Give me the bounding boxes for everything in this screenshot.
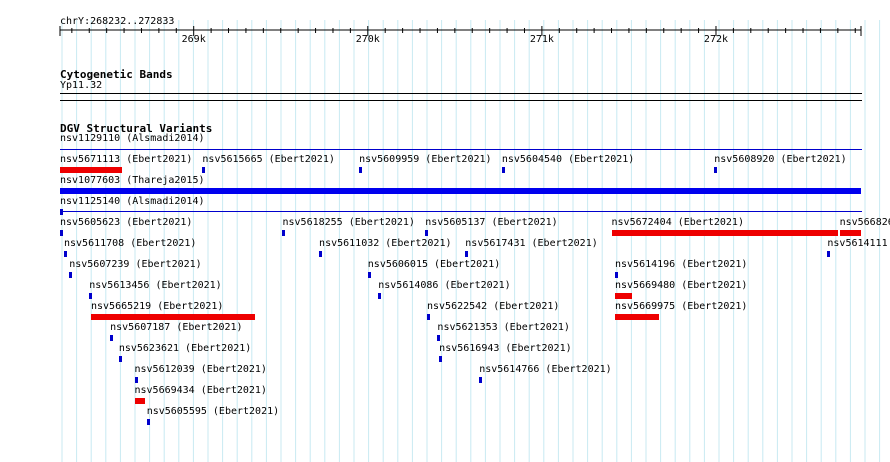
variant-label[interactable]: nsv1077603 (Thareja2015) (60, 175, 205, 187)
variant-label[interactable]: nsv5615665 (Ebert2021) (202, 154, 334, 166)
variant-marker[interactable] (359, 167, 363, 173)
variant-marker[interactable] (146, 419, 150, 425)
variant-marker[interactable] (319, 251, 323, 257)
variant-label[interactable]: nsv5614086 (Ebert2021) (378, 280, 510, 292)
variant-label[interactable]: nsv5669434 (Ebert2021) (135, 385, 267, 397)
variant-label[interactable]: nsv5605623 (Ebert2021) (60, 217, 192, 229)
variant-label[interactable]: nsv5604540 (Ebert2021) (502, 154, 634, 166)
variant-label[interactable]: nsv1129110 (Alsmadi2014) (60, 133, 205, 145)
ruler-tick-label: 271k (529, 34, 554, 45)
variant-marker[interactable] (425, 230, 429, 236)
variant-label[interactable]: nsv5611708 (Ebert2021) (64, 238, 196, 250)
variant-marker[interactable] (501, 167, 505, 173)
variant-label[interactable]: nsv5621353 (Ebert2021) (437, 322, 569, 334)
variant-marker[interactable] (202, 167, 206, 173)
genome-browser-image: chrY:268232..272833 Cytogenetic Bands Yp… (0, 0, 890, 462)
variant-marker[interactable] (439, 356, 443, 362)
variant-label[interactable]: nsv5665219 (Ebert2021) (91, 301, 223, 313)
variant-marker[interactable] (60, 230, 63, 236)
cytoband-divider-bottom (60, 100, 862, 101)
variant-label[interactable]: nsv5606015 (Ebert2021) (368, 259, 500, 271)
variant-marker[interactable] (378, 293, 382, 299)
variant-marker[interactable] (827, 251, 831, 257)
variant-marker[interactable] (437, 335, 441, 341)
variant-label[interactable]: nsv5614111 (Ebert2021) (827, 238, 890, 250)
ruler-tick-label: 272k (703, 34, 729, 45)
variant-label[interactable]: nsv5613456 (Ebert2021) (89, 280, 221, 292)
variant-label[interactable]: nsv5618255 (Ebert2021) (282, 217, 414, 229)
variant-label[interactable]: nsv5672404 (Ebert2021) (612, 217, 744, 229)
variant-loss-bar[interactable] (839, 230, 861, 236)
cytoband-label[interactable]: Yp11.32 (60, 80, 102, 92)
variant-label[interactable]: nsv5607187 (Ebert2021) (110, 322, 242, 334)
variant-marker[interactable] (465, 251, 469, 257)
variant-marker[interactable] (479, 377, 483, 383)
ruler-axis (59, 26, 862, 36)
cytoband-divider-top (60, 93, 862, 94)
variant-label[interactable]: nsv5616943 (Ebert2021) (439, 343, 571, 355)
variant-loss-bar[interactable] (90, 314, 255, 320)
dgv-separator (60, 211, 862, 212)
variant-label[interactable]: nsv5669480 (Ebert2021) (615, 280, 747, 292)
variant-label[interactable]: nsv5622542 (Ebert2021) (427, 301, 559, 313)
variant-label[interactable]: nsv5614766 (Ebert2021) (479, 364, 611, 376)
variant-marker[interactable] (60, 209, 63, 215)
variant-loss-bar[interactable] (134, 398, 145, 404)
variant-loss-bar[interactable] (615, 293, 633, 299)
variant-label[interactable]: nsv5668268 (Ebert2021) (840, 217, 890, 229)
variant-label[interactable]: nsv5671113 (Ebert2021) (60, 154, 192, 166)
ruler-tick-label: 270k (355, 34, 380, 45)
variant-label[interactable]: nsv5607239 (Ebert2021) (69, 259, 201, 271)
variant-label[interactable]: nsv5605595 (Ebert2021) (147, 406, 279, 418)
dgv-separator (60, 149, 862, 150)
variant-label[interactable]: nsv5617431 (Ebert2021) (465, 238, 597, 250)
variant-marker[interactable] (89, 293, 93, 299)
variant-label[interactable]: nsv1125140 (Alsmadi2014) (60, 196, 205, 208)
variant-marker[interactable] (426, 314, 430, 320)
variant-label[interactable]: nsv5611032 (Ebert2021) (319, 238, 451, 250)
variant-label[interactable]: nsv5614196 (Ebert2021) (615, 259, 747, 271)
ruler-tick-label: 269k (181, 34, 206, 45)
variant-marker[interactable] (615, 272, 618, 278)
variant-label[interactable]: nsv5623621 (Ebert2021) (119, 343, 251, 355)
variant-loss-bar[interactable] (60, 167, 123, 173)
variant-loss-bar[interactable] (615, 314, 659, 320)
variant-marker[interactable] (64, 251, 67, 257)
variant-marker[interactable] (282, 230, 286, 236)
variant-gain-bar[interactable] (60, 188, 861, 194)
variant-label[interactable]: nsv5608920 (Ebert2021) (714, 154, 846, 166)
variant-marker[interactable] (367, 272, 371, 278)
variant-marker[interactable] (118, 356, 122, 362)
variant-label[interactable]: nsv5605137 (Ebert2021) (425, 217, 557, 229)
variant-marker[interactable] (134, 377, 138, 383)
variant-loss-bar[interactable] (611, 230, 838, 236)
variant-label[interactable]: nsv5612039 (Ebert2021) (135, 364, 267, 376)
variant-marker[interactable] (714, 167, 718, 173)
variant-marker[interactable] (69, 272, 73, 278)
variant-label[interactable]: nsv5609959 (Ebert2021) (359, 154, 491, 166)
variant-marker[interactable] (110, 335, 114, 341)
variant-label[interactable]: nsv5669975 (Ebert2021) (615, 301, 747, 313)
